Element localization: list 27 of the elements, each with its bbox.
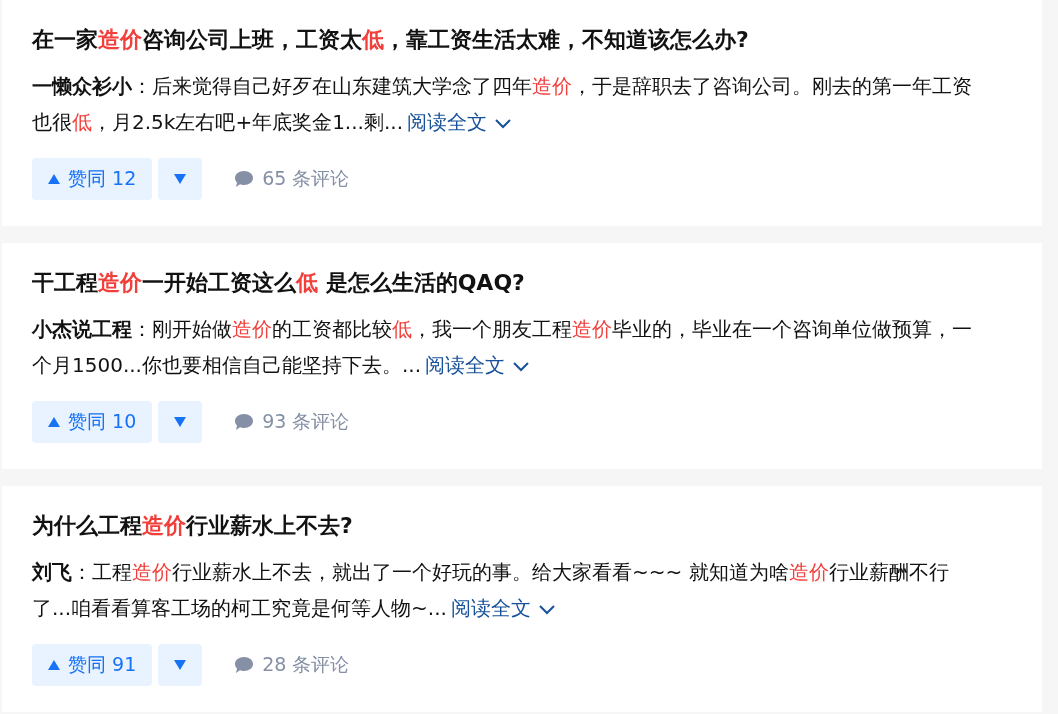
upvote-button[interactable]: 赞同 12 bbox=[32, 158, 153, 200]
answer-excerpt: 刘飞：工程造价行业薪水上不去，就出了一个好玩的事。给大家看看~~~ 就知道为啥造价行业薪酬不行了...咱看看算客工场的柯工究竟是何等人物~... 阅读全文 bbox=[32, 559, 950, 622]
read-more-link[interactable]: 阅读全文 bbox=[450, 596, 555, 620]
up-triangle-icon bbox=[48, 660, 60, 670]
read-more-link[interactable]: 阅读全文 bbox=[407, 110, 511, 134]
answer-excerpt: 一懒众衫小：后来觉得自己好歹在山东建筑大学念了四年造价，于是辞职去了咨询公司。刚去的第一年工资也很低，月2.5k左右吧+年底奖金1...剩... 阅读全文 bbox=[32, 73, 973, 136]
down-triangle-icon bbox=[174, 417, 187, 427]
downvote-button[interactable] bbox=[158, 401, 203, 443]
downvote-button[interactable] bbox=[158, 644, 203, 686]
down-triangle-icon bbox=[174, 174, 187, 184]
speech-bubble-icon bbox=[234, 170, 255, 188]
up-triangle-icon bbox=[48, 417, 60, 427]
question-title[interactable]: 干工程造价一开始工资这么低 是怎么生活的QAQ? bbox=[32, 267, 1012, 299]
answer-excerpt: 小杰说工程：刚开始做造价的工资都比较低，我一个朋友工程造价毕业的，毕业在一个咨询单位做预算，一个月1500...你也要相信自己能坚持下去。... 阅读全文 bbox=[32, 316, 973, 379]
question-title[interactable]: 在一家造价咨询公司上班，工资太低，靠工资生活太难，不知道该怎么办? bbox=[32, 24, 1012, 56]
speech-bubble-icon bbox=[234, 656, 255, 674]
question-title[interactable]: 为什么工程造价行业薪水上不去? bbox=[32, 510, 1012, 542]
up-triangle-icon bbox=[48, 174, 60, 184]
down-triangle-icon bbox=[174, 660, 187, 670]
upvote-button[interactable]: 赞同 10 bbox=[32, 401, 153, 443]
chevron-down-icon bbox=[538, 604, 555, 615]
chevron-down-icon bbox=[495, 118, 511, 129]
read-more-link[interactable]: 阅读全文 bbox=[425, 353, 530, 377]
chevron-down-icon bbox=[513, 361, 530, 372]
speech-bubble-icon bbox=[234, 413, 255, 431]
downvote-button[interactable] bbox=[158, 158, 203, 200]
upvote-button[interactable]: 赞同 91 bbox=[32, 644, 153, 686]
